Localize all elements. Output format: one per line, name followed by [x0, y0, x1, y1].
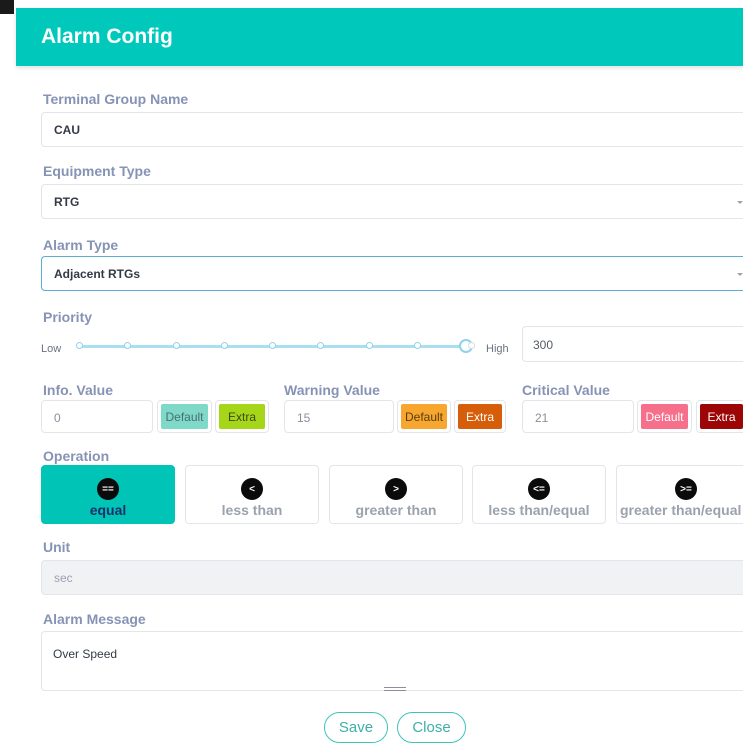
alarm-type-label: Alarm Type	[43, 237, 119, 253]
operation-less-than-button[interactable]: < less than	[185, 465, 319, 524]
alarm-type-select[interactable]: Adjacent RTGs	[41, 256, 743, 291]
operation-greater-than-button[interactable]: > greater than	[329, 465, 463, 524]
critical-default-button[interactable]: Default	[637, 400, 692, 433]
alarm-message-value: Over Speed	[53, 647, 118, 661]
equipment-type-label: Equipment Type	[43, 163, 151, 179]
alarm-message-textarea[interactable]: Over Speed	[41, 631, 743, 691]
info-value: 0	[54, 411, 61, 425]
priority-slider-step[interactable]	[413, 342, 421, 349]
priority-slider-step[interactable]	[220, 342, 228, 349]
close-button[interactable]: Close	[397, 712, 466, 743]
dialog-header: Alarm Config	[16, 8, 743, 66]
info-default-button[interactable]: Default	[157, 400, 212, 433]
terminal-group-value: CAU	[54, 123, 80, 137]
info-extra-swatch: Extra	[219, 404, 265, 429]
less-than-equal-icon: <=	[528, 478, 550, 500]
critical-value-label: Critical Value	[522, 382, 610, 398]
less-than-icon: <	[241, 478, 263, 500]
resize-handle-icon[interactable]	[384, 687, 406, 693]
priority-input[interactable]: 300	[522, 326, 743, 362]
unit-value: sec	[54, 571, 73, 585]
greater-than-equal-icon: >=	[675, 478, 697, 500]
operation-less-than-equal-button[interactable]: <= less than/equal	[472, 465, 606, 524]
terminal-group-label: Terminal Group Name	[43, 91, 189, 107]
info-default-swatch: Default	[161, 404, 208, 429]
critical-default-swatch: Default	[641, 404, 688, 429]
operation-equal-button[interactable]: == equal	[41, 465, 175, 524]
equipment-type-value: RTG	[54, 195, 80, 209]
alarm-message-label: Alarm Message	[43, 611, 146, 627]
priority-slider-step[interactable]	[365, 342, 373, 349]
info-extra-button[interactable]: Extra	[215, 400, 269, 433]
priority-high-label: High	[486, 343, 509, 355]
critical-extra-swatch: Extra	[700, 404, 743, 429]
greater-than-icon: >	[385, 478, 407, 500]
operation-option-label: greater than	[355, 502, 437, 518]
priority-slider-step[interactable]	[317, 342, 325, 349]
critical-value: 21	[535, 411, 549, 425]
info-value-input[interactable]: 0	[41, 400, 153, 433]
operation-label: Operation	[43, 448, 110, 464]
operation-greater-than-equal-button[interactable]: >= greater than/equal	[616, 465, 743, 524]
operation-option-label: greater than/equal	[620, 502, 742, 518]
warning-value-label: Warning Value	[284, 382, 380, 398]
priority-low-label: Low	[41, 343, 62, 355]
chevron-down-icon	[737, 201, 743, 204]
warning-value: 15	[297, 411, 311, 425]
priority-label: Priority	[43, 309, 93, 325]
warning-default-button[interactable]: Default	[397, 400, 451, 433]
dialog-title: Alarm Config	[41, 25, 173, 48]
priority-slider-step[interactable]	[124, 342, 132, 349]
terminal-group-field[interactable]: CAU	[41, 112, 743, 147]
operation-option-label: equal	[89, 502, 127, 518]
warning-extra-button[interactable]: Extra	[454, 400, 506, 433]
warning-default-swatch: Default	[401, 404, 447, 429]
equal-icon: ==	[97, 478, 119, 500]
priority-slider-step[interactable]	[269, 342, 276, 349]
critical-extra-button[interactable]: Extra	[696, 400, 743, 433]
critical-value-input[interactable]: 21	[522, 400, 634, 433]
warning-value-input[interactable]: 15	[284, 400, 394, 433]
operation-option-label: less than/equal	[488, 502, 590, 518]
unit-label: Unit	[43, 539, 71, 555]
alarm-type-value: Adjacent RTGs	[54, 267, 141, 281]
chevron-down-icon	[737, 273, 743, 276]
window-corner	[0, 0, 14, 14]
alarm-config-dialog: Alarm Config Terminal Group Name CAU Equ…	[16, 8, 743, 743]
save-button[interactable]: Save	[324, 712, 388, 743]
priority-slider-end	[468, 342, 475, 349]
unit-field: sec	[41, 560, 743, 595]
warning-extra-swatch: Extra	[458, 404, 502, 429]
info-value-label: Info. Value	[43, 382, 114, 398]
operation-option-label: less than	[221, 502, 283, 518]
priority-slider[interactable]	[76, 339, 473, 353]
equipment-type-select[interactable]: RTG	[41, 184, 743, 219]
priority-slider-step[interactable]	[172, 342, 180, 349]
priority-value: 300	[533, 338, 554, 352]
priority-slider-step[interactable]	[76, 342, 83, 349]
